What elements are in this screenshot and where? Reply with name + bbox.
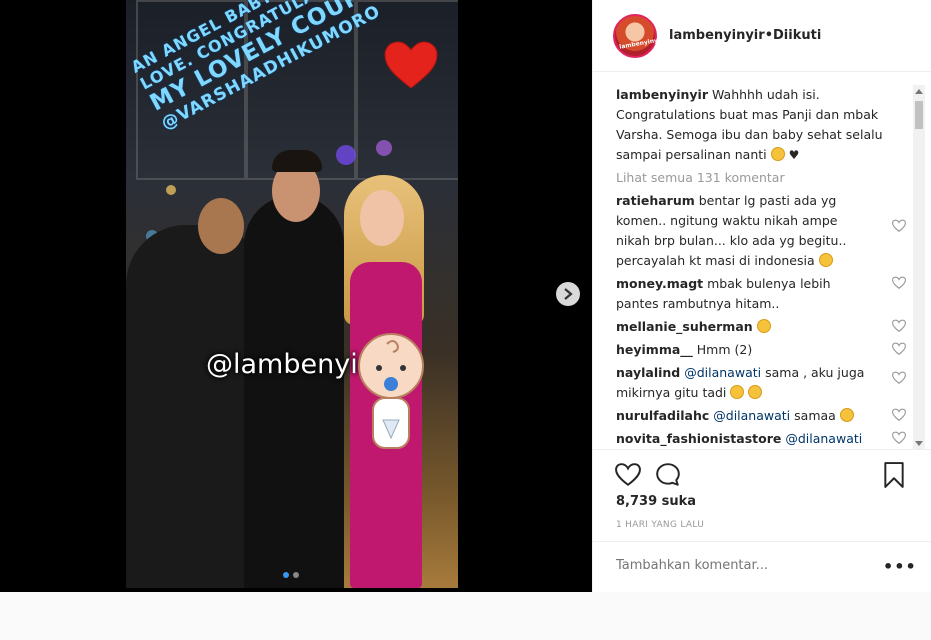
comment-username[interactable]: naylalind xyxy=(616,365,680,380)
comment-username[interactable]: nurulfadilahc xyxy=(616,408,709,423)
header-separator: • xyxy=(764,28,773,43)
baby-sticker-icon xyxy=(358,333,424,449)
comment-row: novita_fashionistastore @dilanawati xyxy=(616,429,906,449)
like-heart-icon[interactable] xyxy=(615,462,641,488)
comment-like-heart-icon[interactable] xyxy=(892,219,906,233)
post-header: lambenyinyir lambenyinyir • Diikuti xyxy=(593,0,931,72)
more-options-button[interactable]: ••• xyxy=(883,557,917,576)
red-heart-sticker-icon xyxy=(384,41,438,89)
comment-bubble-icon[interactable] xyxy=(655,462,681,488)
laughing-emoji-icon xyxy=(818,253,833,267)
chevron-right-icon xyxy=(564,288,573,300)
comment-username[interactable]: mellanie_suherman xyxy=(616,319,753,334)
likes-count[interactable]: 8,739 suka xyxy=(616,494,696,509)
header-username[interactable]: lambenyinyir xyxy=(669,28,765,43)
comment-username[interactable]: money.magt xyxy=(616,276,703,291)
post-timestamp[interactable]: 1 HARI YANG LALU xyxy=(616,520,704,530)
follow-status-button[interactable]: Diikuti xyxy=(773,28,821,43)
next-photo-button[interactable] xyxy=(556,282,580,306)
post-media: AN ANGEL BABY WAITING FOR LOVE. CONGRATU… xyxy=(0,0,592,592)
comment-like-heart-icon[interactable] xyxy=(892,371,906,385)
comment-text: samaa xyxy=(794,408,836,423)
comments-scrollbar[interactable] xyxy=(913,85,925,449)
comments-section: lambenyinyir Wahhhh udah isi. Congratula… xyxy=(593,73,931,449)
view-all-comments-link[interactable]: Lihat semua 131 komentar xyxy=(616,170,906,185)
comment-mention[interactable]: @dilanawati xyxy=(785,431,862,446)
scroll-up-arrow-icon[interactable] xyxy=(915,89,923,94)
comment-username[interactable]: heyimma__ xyxy=(616,342,693,357)
comment-row: nurulfadilahc @dilanawati samaa xyxy=(616,406,906,426)
comment-row: mellanie_suherman xyxy=(616,317,906,337)
black-heart-emoji-icon: ♥ xyxy=(788,148,800,162)
carousel-indicator xyxy=(283,572,299,578)
comment-username[interactable]: novita_fashionistastore xyxy=(616,431,781,446)
comment-mention[interactable]: @dilanawati xyxy=(684,365,761,380)
post-dialog: AN ANGEL BABY WAITING FOR LOVE. CONGRATU… xyxy=(0,0,931,592)
post-caption: lambenyinyir Wahhhh udah isi. Congratula… xyxy=(616,85,906,165)
comment-username[interactable]: ratieharum xyxy=(616,193,695,208)
carousel-dot-active xyxy=(283,572,289,578)
comment-like-heart-icon[interactable] xyxy=(892,276,906,290)
grinning-emoji-icon xyxy=(730,385,745,399)
smiling-emoji-icon xyxy=(756,319,771,333)
caption-username[interactable]: lambenyinyir xyxy=(616,87,708,102)
add-comment-input[interactable] xyxy=(616,558,876,573)
post-actions: 8,739 suka 1 HARI YANG LALU xyxy=(593,449,931,541)
laughing-emoji-icon xyxy=(839,408,854,422)
comment-like-heart-icon[interactable] xyxy=(892,319,906,333)
add-comment-bar: ••• xyxy=(593,541,931,592)
baby-face-emoji-icon xyxy=(770,147,785,161)
comment-like-heart-icon[interactable] xyxy=(892,342,906,356)
comment-row: naylalind @dilanawati sama , aku juga mi… xyxy=(616,363,906,403)
comment-mention[interactable]: @dilanawati xyxy=(713,408,790,423)
comment-row: heyimma__ Hmm (2) xyxy=(616,340,906,360)
comment-like-heart-icon[interactable] xyxy=(892,431,906,445)
avatar[interactable]: lambenyinyir xyxy=(613,13,663,58)
post-side-panel: lambenyinyir lambenyinyir • Diikuti lamb… xyxy=(592,0,931,592)
comment-text: Hmm (2) xyxy=(696,342,753,357)
bookmark-icon[interactable] xyxy=(881,462,907,488)
comment-row: money.magt mbak bulenya lebih pantes ram… xyxy=(616,274,906,314)
comment-like-heart-icon[interactable] xyxy=(892,408,906,422)
carousel-dot xyxy=(293,572,299,578)
scroll-down-arrow-icon[interactable] xyxy=(915,441,923,446)
comment-row: ratieharum bentar lg pasti ada yg komen.… xyxy=(616,191,906,271)
scrollbar-thumb[interactable] xyxy=(915,101,923,129)
grinning-emoji-icon xyxy=(748,385,763,399)
